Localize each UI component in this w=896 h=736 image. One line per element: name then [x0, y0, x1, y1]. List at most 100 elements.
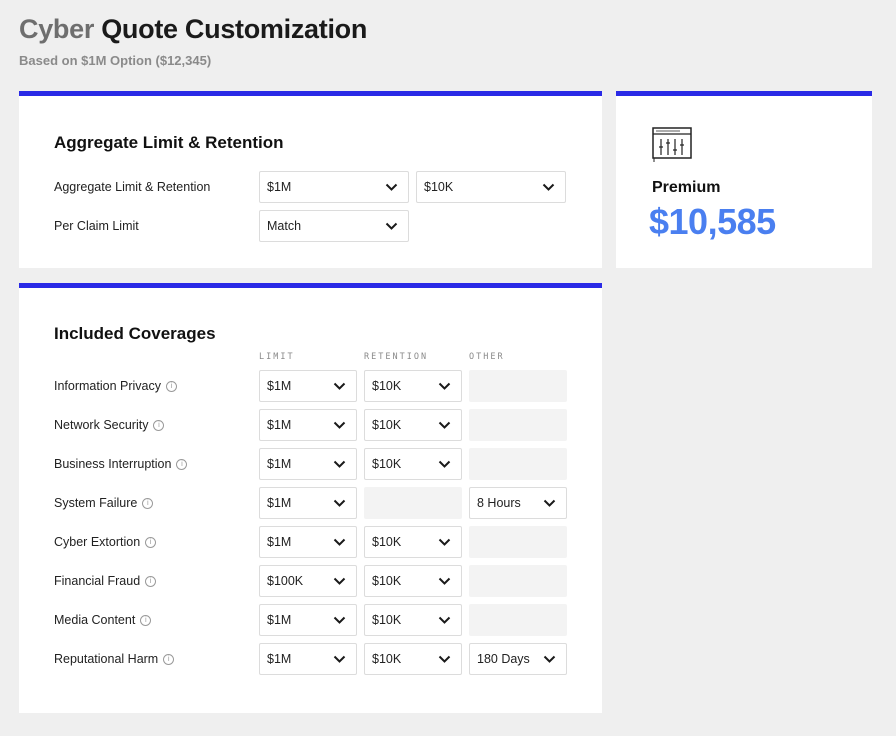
- select-value: $10K: [372, 457, 402, 471]
- chevron-down-icon: [333, 460, 346, 468]
- coverage-retention-select[interactable]: $10K: [364, 526, 462, 558]
- info-icon[interactable]: i: [153, 419, 165, 431]
- coverage-name: Media Content: [54, 613, 136, 627]
- info-icon[interactable]: i: [145, 575, 157, 587]
- coverage-name: Network Security: [54, 418, 149, 432]
- select-value: 8 Hours: [477, 496, 521, 510]
- empty-other-cell: [469, 604, 567, 636]
- column-header-other: OTHER: [469, 352, 505, 362]
- coverage-limit-select[interactable]: $1M: [259, 409, 357, 441]
- coverage-name: Business Interruption: [54, 457, 172, 471]
- coverage-name: Financial Fraud: [54, 574, 141, 588]
- coverage-limit-select[interactable]: $1M: [259, 487, 357, 519]
- coverage-name: Information Privacy: [54, 379, 161, 393]
- empty-other-cell: [469, 565, 567, 597]
- coverage-row-label: Network Security i: [54, 409, 165, 441]
- aggregate-heading: Aggregate Limit & Retention: [54, 133, 284, 152]
- select-value: $1M: [267, 613, 292, 627]
- select-value: $10K: [372, 418, 402, 432]
- column-header-limit: LIMIT: [259, 352, 295, 362]
- chevron-down-icon: [333, 655, 346, 663]
- chevron-down-icon: [333, 577, 346, 585]
- aggregate-row-label: Aggregate Limit & Retention: [54, 180, 211, 194]
- coverage-limit-select[interactable]: $100K: [259, 565, 357, 597]
- chevron-down-icon: [438, 577, 451, 585]
- select-value: $1M: [267, 418, 292, 432]
- info-icon[interactable]: i: [163, 653, 175, 665]
- premium-label: Premium: [652, 179, 721, 196]
- title-product: Cyber: [19, 14, 95, 44]
- coverage-row-label: Reputational Harm i: [54, 643, 175, 675]
- aggregate-card: Aggregate Limit & Retention Aggregate Li…: [19, 91, 602, 268]
- chevron-down-icon: [438, 460, 451, 468]
- chevron-down-icon: [333, 499, 346, 507]
- select-value: $1M: [267, 535, 292, 549]
- coverage-retention-select[interactable]: $10K: [364, 409, 462, 441]
- empty-other-cell: [469, 370, 567, 402]
- select-value: $10K: [372, 574, 402, 588]
- empty-other-cell: [469, 526, 567, 558]
- chevron-down-icon: [438, 382, 451, 390]
- coverage-name: Cyber Extortion: [54, 535, 141, 549]
- chevron-down-icon: [333, 538, 346, 546]
- chevron-down-icon: [542, 183, 555, 191]
- coverage-limit-select[interactable]: $1M: [259, 526, 357, 558]
- chevron-down-icon: [438, 616, 451, 624]
- empty-other-cell: [469, 448, 567, 480]
- select-value: $10K: [372, 652, 402, 666]
- chevron-down-icon: [438, 538, 451, 546]
- coverage-retention-select[interactable]: $10K: [364, 448, 462, 480]
- chevron-down-icon: [385, 222, 398, 230]
- coverage-name: Reputational Harm: [54, 652, 159, 666]
- chevron-down-icon: [333, 382, 346, 390]
- select-value: Match: [267, 219, 302, 233]
- chevron-down-icon: [333, 616, 346, 624]
- info-icon[interactable]: i: [176, 458, 188, 470]
- coverages-heading: Included Coverages: [54, 324, 216, 343]
- coverage-row-label: Cyber Extortion i: [54, 526, 157, 558]
- coverage-retention-select[interactable]: $10K: [364, 643, 462, 675]
- coverage-retention-select[interactable]: $10K: [364, 604, 462, 636]
- select-value: $10K: [372, 613, 402, 627]
- coverage-other-select[interactable]: 8 Hours: [469, 487, 567, 519]
- select-value: $10K: [372, 535, 402, 549]
- coverage-retention-select[interactable]: $10K: [364, 370, 462, 402]
- coverage-row-label: Financial Fraud i: [54, 565, 157, 597]
- coverage-limit-select[interactable]: $1M: [259, 448, 357, 480]
- info-icon[interactable]: i: [165, 380, 177, 392]
- coverage-other-select[interactable]: 180 Days: [469, 643, 567, 675]
- info-icon[interactable]: i: [140, 614, 152, 626]
- select-value: $10K: [424, 180, 454, 194]
- chevron-down-icon: [543, 655, 556, 663]
- coverage-limit-select[interactable]: $1M: [259, 370, 357, 402]
- empty-retention-cell: [364, 487, 462, 519]
- settings-sliders-icon: [652, 127, 692, 162]
- select-value: $10K: [372, 379, 402, 393]
- select-value: 180 Days: [477, 652, 530, 666]
- coverage-retention-select[interactable]: $10K: [364, 565, 462, 597]
- select-value: $1M: [267, 652, 292, 666]
- coverage-row-label: Media Content i: [54, 604, 152, 636]
- empty-other-cell: [469, 409, 567, 441]
- page-title: Cyber Quote Customization: [19, 14, 367, 45]
- select-value: $1M: [267, 180, 292, 194]
- title-main: Quote Customization: [101, 14, 368, 44]
- select-value: $1M: [267, 379, 292, 393]
- aggregate-retention-select[interactable]: $10K: [416, 171, 566, 203]
- info-icon[interactable]: i: [142, 497, 154, 509]
- per-claim-limit-select[interactable]: Match: [259, 210, 409, 242]
- select-value: $1M: [267, 496, 292, 510]
- coverage-limit-select[interactable]: $1M: [259, 643, 357, 675]
- column-header-retention: RETENTION: [364, 352, 429, 362]
- info-icon[interactable]: i: [145, 536, 157, 548]
- chevron-down-icon: [543, 499, 556, 507]
- coverage-name: System Failure: [54, 496, 138, 510]
- coverage-row-label: Information Privacy i: [54, 370, 177, 402]
- chevron-down-icon: [385, 183, 398, 191]
- aggregate-limit-select[interactable]: $1M: [259, 171, 409, 203]
- coverage-limit-select[interactable]: $1M: [259, 604, 357, 636]
- select-value: $100K: [267, 574, 304, 588]
- per-claim-label: Per Claim Limit: [54, 219, 139, 233]
- coverage-row-label: Business Interruption i: [54, 448, 188, 480]
- premium-card: Premium $10,585: [616, 91, 872, 268]
